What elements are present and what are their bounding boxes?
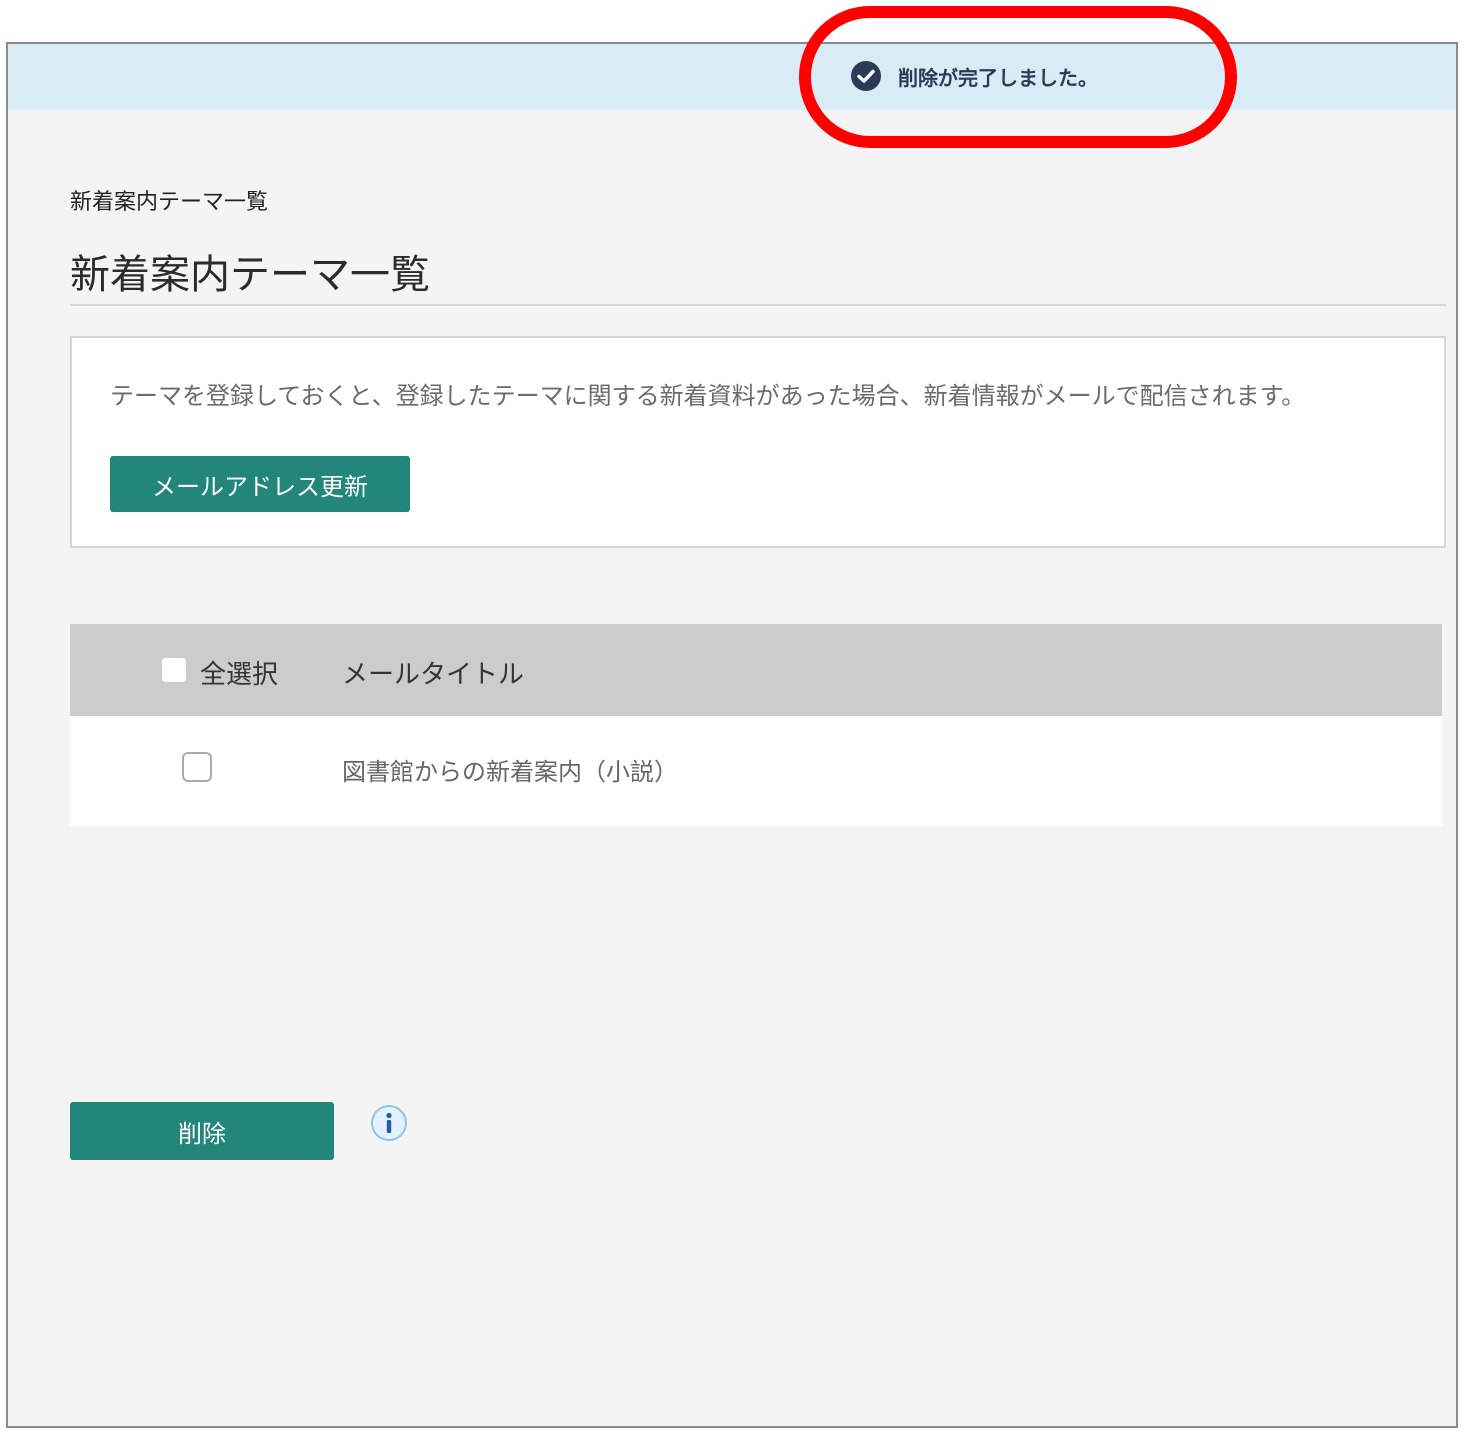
- title-divider: [70, 304, 1446, 306]
- table-row: 図書館からの新着案内（小説）: [70, 716, 1442, 826]
- mail-title-header: メールタイトル: [342, 660, 525, 690]
- highlight-annotation: [799, 6, 1237, 148]
- info-description: テーマを登録しておくと、登録したテーマに関する新着資料があった場合、新着情報がメ…: [110, 382, 1306, 410]
- delete-button[interactable]: 削除: [70, 1102, 334, 1160]
- breadcrumb: 新着案内テーマ一覧: [70, 190, 269, 215]
- page-title: 新着案内テーマ一覧: [70, 252, 430, 298]
- mail-address-update-button[interactable]: メールアドレス更新: [110, 456, 410, 512]
- info-icon[interactable]: [370, 1104, 408, 1142]
- table-header: 全選択 メールタイトル: [70, 624, 1442, 716]
- app-window: 削除が完了しました。 新着案内テーマ一覧 新着案内テーマ一覧 テーマを登録してお…: [6, 42, 1458, 1428]
- info-panel: テーマを登録しておくと、登録したテーマに関する新着資料があった場合、新着情報がメ…: [70, 336, 1446, 548]
- select-all-label[interactable]: 全選択: [200, 654, 278, 691]
- select-all-checkbox[interactable]: [162, 658, 186, 682]
- notification-bar: 削除が完了しました。: [8, 44, 1456, 110]
- row-checkbox[interactable]: [182, 752, 212, 782]
- row-mail-title: 図書館からの新着案内（小説）: [342, 758, 678, 786]
